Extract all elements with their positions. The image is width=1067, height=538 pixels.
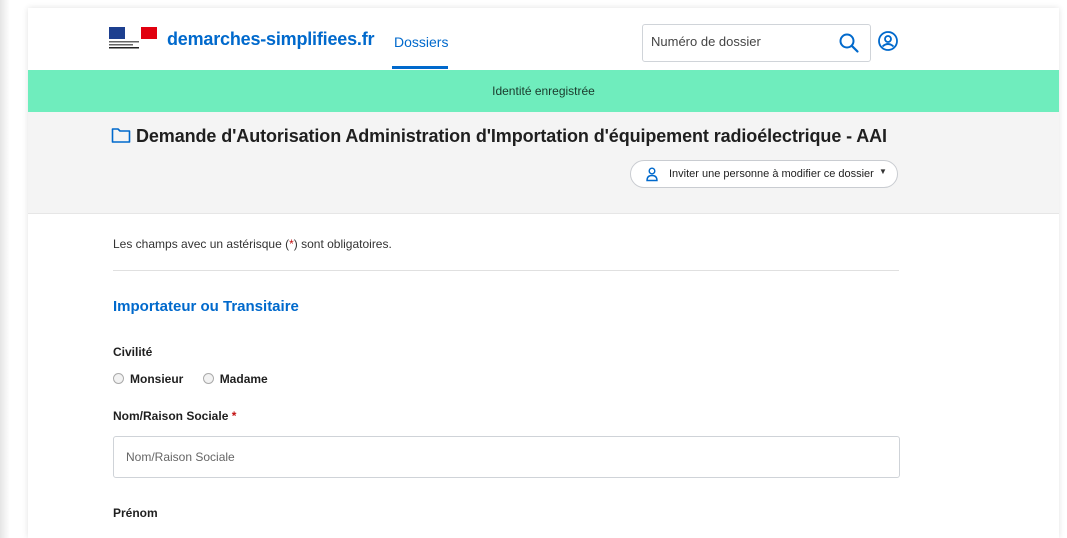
nom-label-text: Nom/Raison Sociale: [113, 409, 229, 423]
nom-required-asterisk: *: [231, 409, 237, 423]
dossier-header: Demande d'Autorisation Administration d'…: [28, 112, 1059, 214]
search-icon[interactable]: [838, 32, 860, 54]
caret-down-icon: ▼: [879, 167, 887, 176]
search-input[interactable]: [651, 34, 821, 49]
flash-message: Identité enregistrée: [28, 70, 1059, 112]
page: demarches-simplifiees.fr Dossiers Identi…: [28, 8, 1059, 538]
folder-icon: [111, 128, 131, 143]
top-header: demarches-simplifiees.fr Dossiers: [28, 8, 1059, 70]
account-icon[interactable]: [877, 30, 899, 52]
invite-person-button[interactable]: Inviter une personne à modifier ce dossi…: [630, 160, 898, 188]
nom-label: Nom/Raison Sociale *: [113, 409, 236, 423]
radio-monsieur-circle[interactable]: [113, 373, 124, 384]
nom-field: [113, 436, 900, 478]
radio-madame-label[interactable]: Madame: [220, 372, 268, 386]
person-icon: [646, 167, 658, 182]
nom-input[interactable]: [126, 450, 826, 464]
required-note-text-before: Les champs avec un astérisque (: [113, 237, 290, 251]
section-divider: [113, 270, 899, 271]
brand-link[interactable]: demarches-simplifiees.fr: [167, 29, 374, 50]
section-title: Importateur ou Transitaire: [113, 298, 299, 315]
invite-button-label: Inviter une personne à modifier ce dossi…: [669, 168, 874, 180]
window-edge-shadow: [0, 0, 10, 538]
civilite-label: Civilité: [113, 345, 153, 359]
prenom-label: Prénom: [113, 506, 158, 520]
tab-dossiers[interactable]: Dossiers: [394, 34, 448, 50]
required-fields-note: Les champs avec un astérisque (*) sont o…: [113, 237, 392, 251]
search-box: [642, 24, 871, 62]
civilite-radio-group: Monsieur Madame: [113, 372, 284, 386]
dossier-title: Demande d'Autorisation Administration d'…: [136, 126, 887, 146]
radio-madame-circle[interactable]: [202, 373, 214, 384]
radio-madame[interactable]: Madame: [202, 372, 268, 386]
radio-monsieur-label[interactable]: Monsieur: [130, 372, 183, 386]
active-tab-indicator: [392, 66, 448, 69]
required-note-text-after: ) sont obligatoires.: [293, 237, 392, 251]
marianne-logo-icon[interactable]: [109, 27, 157, 49]
radio-monsieur[interactable]: Monsieur: [113, 372, 183, 386]
